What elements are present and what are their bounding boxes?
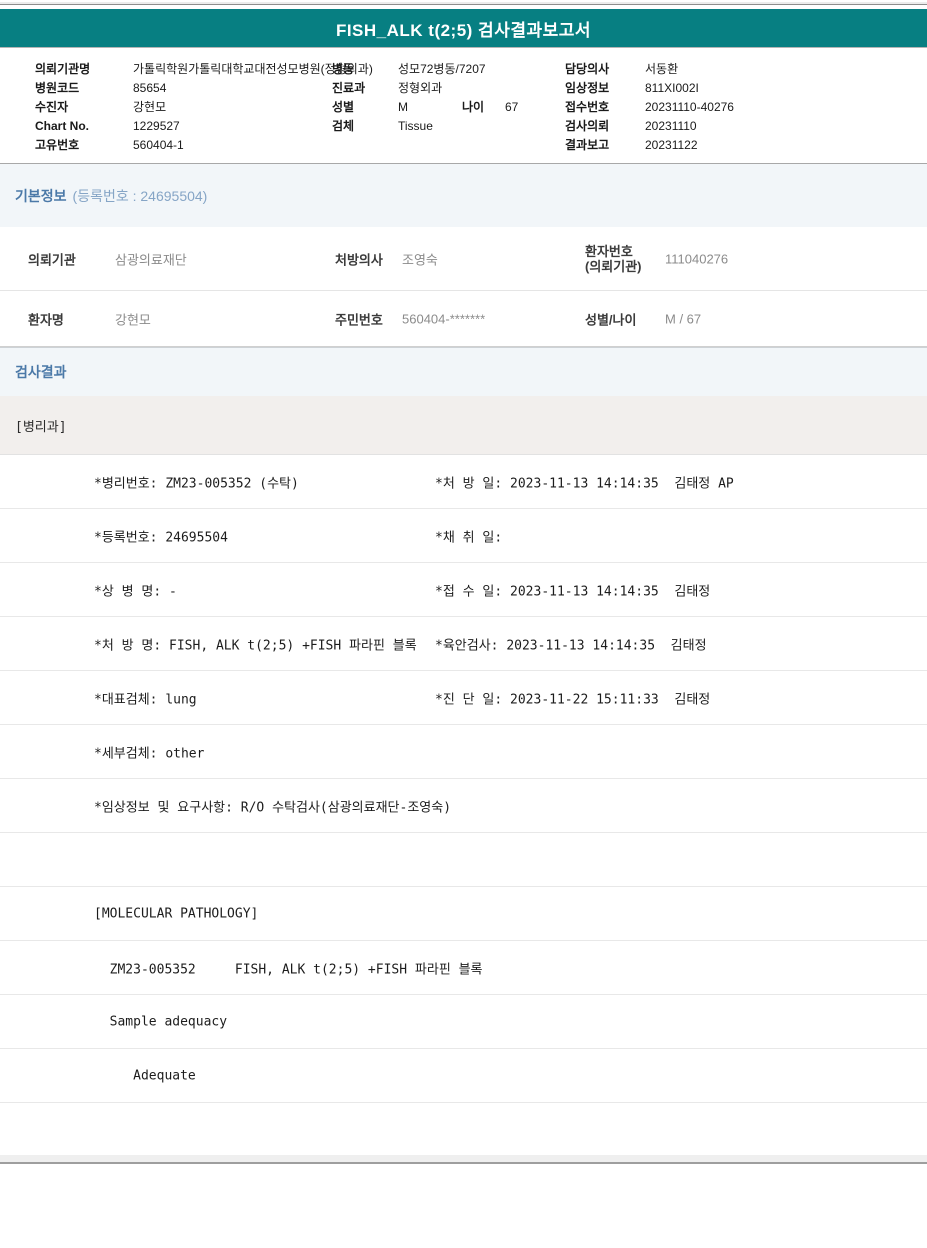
value-age: 67	[505, 100, 519, 114]
value-specimen: Tissue	[398, 119, 433, 133]
header-info-block: 의뢰기관명 가톨릭학원가톨릭대학교대전성모병원(정형외과) 성모72병동/720…	[0, 48, 927, 163]
result-sub-specimen: *세부검체: other	[94, 746, 205, 761]
result-row: Adequate	[0, 1049, 927, 1103]
result-primary-specimen: *대표검체: lung	[94, 692, 197, 707]
footer-spacer	[0, 1103, 927, 1155]
result-row: *상 병 명: - *접 수 일: 2023-11-13 14:14:35 김태…	[0, 563, 927, 617]
label-requesting-institution: 의뢰기관명	[35, 62, 91, 76]
result-row: *세부검체: other	[0, 725, 927, 779]
value-examinee: 강현모	[133, 100, 167, 114]
result-row: ZM23-005352 FISH, ALK t(2;5) +FISH 파라핀 블…	[0, 941, 927, 995]
result-sample-adequacy-value: Adequate	[94, 1068, 196, 1083]
label-prescribing-doctor: 처방의사	[335, 252, 383, 267]
result-gross-exam-date: *육안검사: 2023-11-13 14:14:35 김태정	[435, 638, 707, 653]
result-molecular-pathology-header: [MOLECULAR PATHOLOGY]	[94, 906, 259, 921]
result-row	[0, 833, 927, 887]
value-patient-name: 강현모	[115, 312, 151, 327]
result-row: *병리번호: ZM23-005352 (수탁) *처 방 일: 2023-11-…	[0, 455, 927, 509]
value-sex: M	[398, 100, 408, 114]
value-hospital-code: 85654	[133, 81, 167, 95]
label-sex: 성별	[332, 100, 355, 114]
result-row: Sample adequacy	[0, 995, 927, 1049]
value-referring-org: 삼광의료재단	[115, 252, 187, 267]
value-attending-doctor: 서동환	[645, 62, 679, 76]
result-receipt-date: *접 수 일: 2023-11-13 14:14:35 김태정	[435, 584, 711, 599]
header-row-1: 의뢰기관명 가톨릭학원가톨릭대학교대전성모병원(정형외과) 성모72병동/720…	[0, 61, 927, 77]
label-clinical-info: 임상정보	[565, 81, 610, 95]
result-sample-adequacy-label: Sample adequacy	[94, 1014, 228, 1029]
value-resident-number: 560404-*******	[402, 311, 486, 326]
label-age: 나이	[462, 100, 485, 114]
basic-info-registration-number: (등록번호 : 24695504)	[72, 187, 208, 204]
label-hospital-code: 병원코드	[35, 81, 80, 95]
value-patient-number: 111040276	[665, 251, 729, 266]
value-prescribing-doctor: 조영숙	[402, 252, 438, 267]
label-chart-no: Chart No.	[35, 119, 89, 133]
pathology-dept-header: [병리과]	[15, 419, 67, 435]
label-specimen: 검체	[332, 119, 355, 133]
label-receipt-number: 접수번호	[565, 100, 610, 114]
label-patient-name: 환자명	[28, 312, 64, 327]
value-department: 정형외과	[398, 81, 443, 95]
pathology-dept-header-row: [병리과]	[0, 396, 927, 455]
test-results-title: 검사결과	[15, 364, 67, 380]
test-results-section-header: 검사결과	[0, 347, 927, 396]
value-sex-age: M / 67	[665, 311, 702, 326]
value-clinical-info: 811XI002I	[645, 81, 699, 95]
label-ward: 병동	[332, 62, 355, 76]
basic-info-section-header: 기본정보 (등록번호 : 24695504)	[0, 163, 927, 227]
value-receipt-number: 20231110-40276	[645, 100, 734, 114]
label-attending-doctor: 담당의사	[565, 62, 610, 76]
value-result-report-date: 20231122	[645, 138, 698, 152]
result-clinical-info-request: *임상정보 및 요구사항: R/O 수탁검사(삼광의료재단-조영숙)	[94, 800, 452, 815]
result-test-item-line: ZM23-005352 FISH, ALK t(2;5) +FISH 파라핀 블…	[94, 962, 483, 977]
label-department: 진료과	[332, 81, 366, 95]
result-row: *대표검체: lung *진 단 일: 2023-11-22 15:11:33 …	[0, 671, 927, 725]
label-examinee: 수진자	[35, 100, 69, 114]
result-row: *등록번호: 24695504 *채 취 일:	[0, 509, 927, 563]
label-patient-number-line1: 환자번호	[585, 243, 633, 259]
result-collection-date: *채 취 일:	[435, 530, 503, 545]
result-row: *임상정보 및 요구사항: R/O 수탁검사(삼광의료재단-조영숙)	[0, 779, 927, 833]
report-title-bar: FISH_ALK t(2;5) 검사결과보고서	[0, 9, 927, 48]
label-referring-org: 의뢰기관	[28, 252, 76, 267]
report-title: FISH_ALK t(2;5) 검사결과보고서	[335, 20, 592, 40]
result-row: [MOLECULAR PATHOLOGY]	[0, 887, 927, 941]
label-result-report-date: 결과보고	[565, 138, 610, 152]
header-row-2: 병원코드 85654 진료과 정형외과 임상정보 811XI002I	[0, 80, 927, 96]
header-row-5: 고유번호 560404-1 결과보고 20231122	[0, 137, 927, 153]
basic-info-row-1: 의뢰기관 삼광의료재단 처방의사 조영숙 환자번호 (의뢰기관) 11104027…	[0, 227, 927, 291]
label-patient-number: 환자번호 (의뢰기관)	[585, 244, 642, 274]
result-registration-number: *등록번호: 24695504	[94, 530, 228, 545]
label-unique-number: 고유번호	[35, 138, 80, 152]
result-row: *처 방 명: FISH, ALK t(2;5) +FISH 파라핀 블록 *육…	[0, 617, 927, 671]
value-test-request-date: 20231110	[645, 119, 697, 133]
value-ward: 성모72병동/7207	[398, 62, 486, 76]
result-pathology-number: *병리번호: ZM23-005352 (수탁)	[94, 476, 299, 491]
footer-divider-bar	[0, 1155, 927, 1164]
value-unique-number: 560404-1	[133, 138, 184, 152]
value-chart-no: 1229527	[133, 119, 180, 133]
label-resident-number: 주민번호	[335, 312, 383, 327]
label-test-request-date: 검사의뢰	[565, 119, 610, 133]
result-diagnosis-date: *진 단 일: 2023-11-22 15:11:33 김태정	[435, 692, 711, 707]
basic-info-row-2: 환자명 강현모 주민번호 560404-******* 성별/나이 M / 67	[0, 291, 927, 347]
result-prescription-name: *처 방 명: FISH, ALK t(2;5) +FISH 파라핀 블록	[94, 638, 417, 653]
label-sex-age: 성별/나이	[585, 312, 637, 327]
result-disease-name: *상 병 명: -	[94, 584, 177, 599]
result-prescription-date: *처 방 일: 2023-11-13 14:14:35 김태정 AP	[435, 476, 734, 491]
header-row-4: Chart No. 1229527 검체 Tissue 검사의뢰 2023111…	[0, 118, 927, 134]
header-row-3: 수진자 강현모 성별 M 나이 67 접수번호 20231110-40276	[0, 99, 927, 115]
basic-info-title: 기본정보	[15, 187, 67, 204]
label-patient-number-line2: (의뢰기관)	[585, 258, 642, 274]
